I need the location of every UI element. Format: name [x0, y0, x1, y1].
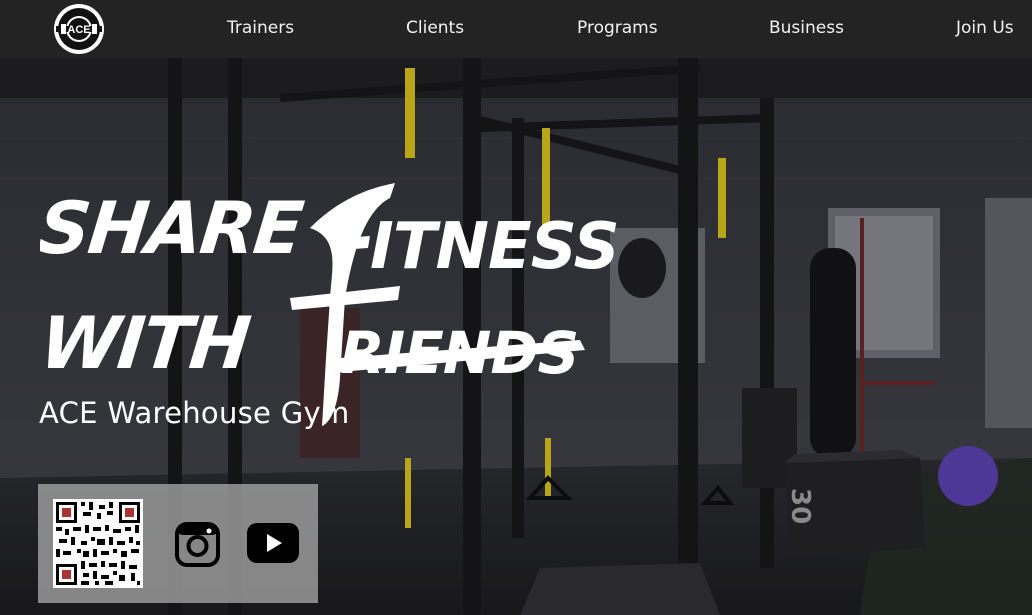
gym-logo-icon[interactable]: ACE — [53, 3, 105, 55]
top-navbar: ACE Trainers Clients Programs Business J… — [0, 0, 1032, 58]
qr-code-icon[interactable] — [53, 499, 143, 588]
nav-link-programs[interactable]: Programs — [577, 18, 658, 38]
gym-name-heading: ACE Warehouse Gym — [39, 396, 350, 430]
svg-text:WITH: WITH — [40, 302, 253, 386]
svg-text:ITNESS: ITNESS — [370, 210, 619, 284]
nav-link-trainers[interactable]: Trainers — [227, 18, 294, 38]
svg-text:SHARE: SHARE — [40, 187, 307, 271]
youtube-icon[interactable] — [247, 523, 299, 563]
hero-section: 30 SHARE ITNESS WITH RIENDS ACE Warehous… — [0, 58, 1032, 615]
nav-link-business[interactable]: Business — [769, 18, 844, 38]
nav-link-clients[interactable]: Clients — [406, 18, 464, 38]
svg-text:ACE: ACE — [67, 24, 90, 36]
nav-link-join-us[interactable]: Join Us — [956, 18, 1014, 38]
plyo-box-number: 30 — [785, 488, 815, 524]
instagram-icon[interactable] — [175, 522, 220, 567]
social-links-panel — [38, 484, 318, 603]
